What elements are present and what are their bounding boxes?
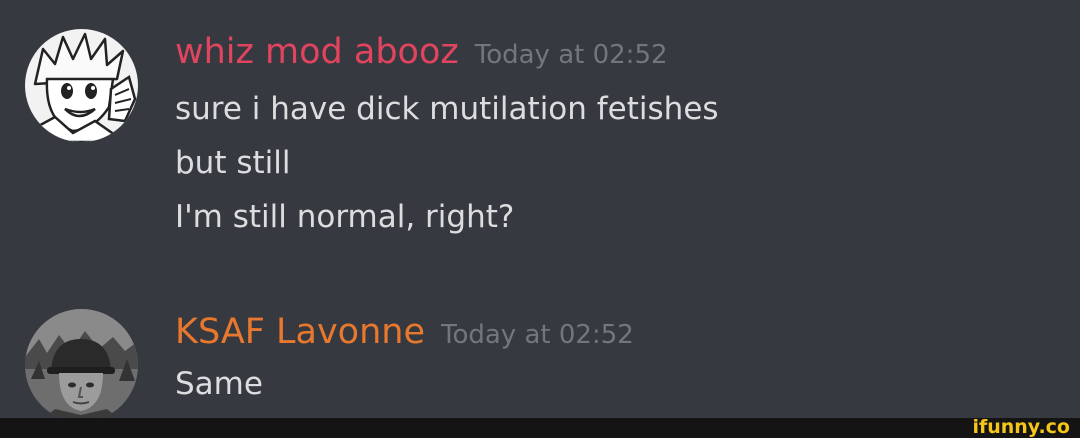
- user-avatar[interactable]: [25, 29, 138, 142]
- message-header: whiz mod abooz Today at 02:52: [175, 22, 1055, 82]
- message-content: whiz mod abooz Today at 02:52 sure i have…: [175, 22, 1055, 244]
- message-line: but still: [175, 145, 291, 181]
- ifunny-watermark: ifunny.co: [972, 416, 1070, 438]
- user-avatar[interactable]: [25, 309, 138, 422]
- chat-log: whiz mod abooz Today at 02:52 sure i have…: [0, 0, 1080, 438]
- watermark-bar: ifunny.co: [0, 416, 1080, 438]
- message-line: Same: [175, 366, 263, 402]
- message-header: KSAF Lavonne Today at 02:52: [175, 302, 1055, 362]
- username[interactable]: KSAF Lavonne: [175, 312, 425, 352]
- message-content: KSAF Lavonne Today at 02:52 Same: [175, 302, 1055, 406]
- soldier-helmet-avatar-icon: [25, 309, 138, 422]
- username[interactable]: whiz mod abooz: [175, 32, 459, 72]
- anime-character-avatar-icon: [25, 29, 138, 142]
- timestamp: Today at 02:52: [474, 40, 668, 70]
- message-line: I'm still normal, right?: [175, 199, 515, 235]
- message-line: sure i have dick mutilation fetishes: [175, 91, 719, 127]
- timestamp: Today at 02:52: [441, 320, 634, 350]
